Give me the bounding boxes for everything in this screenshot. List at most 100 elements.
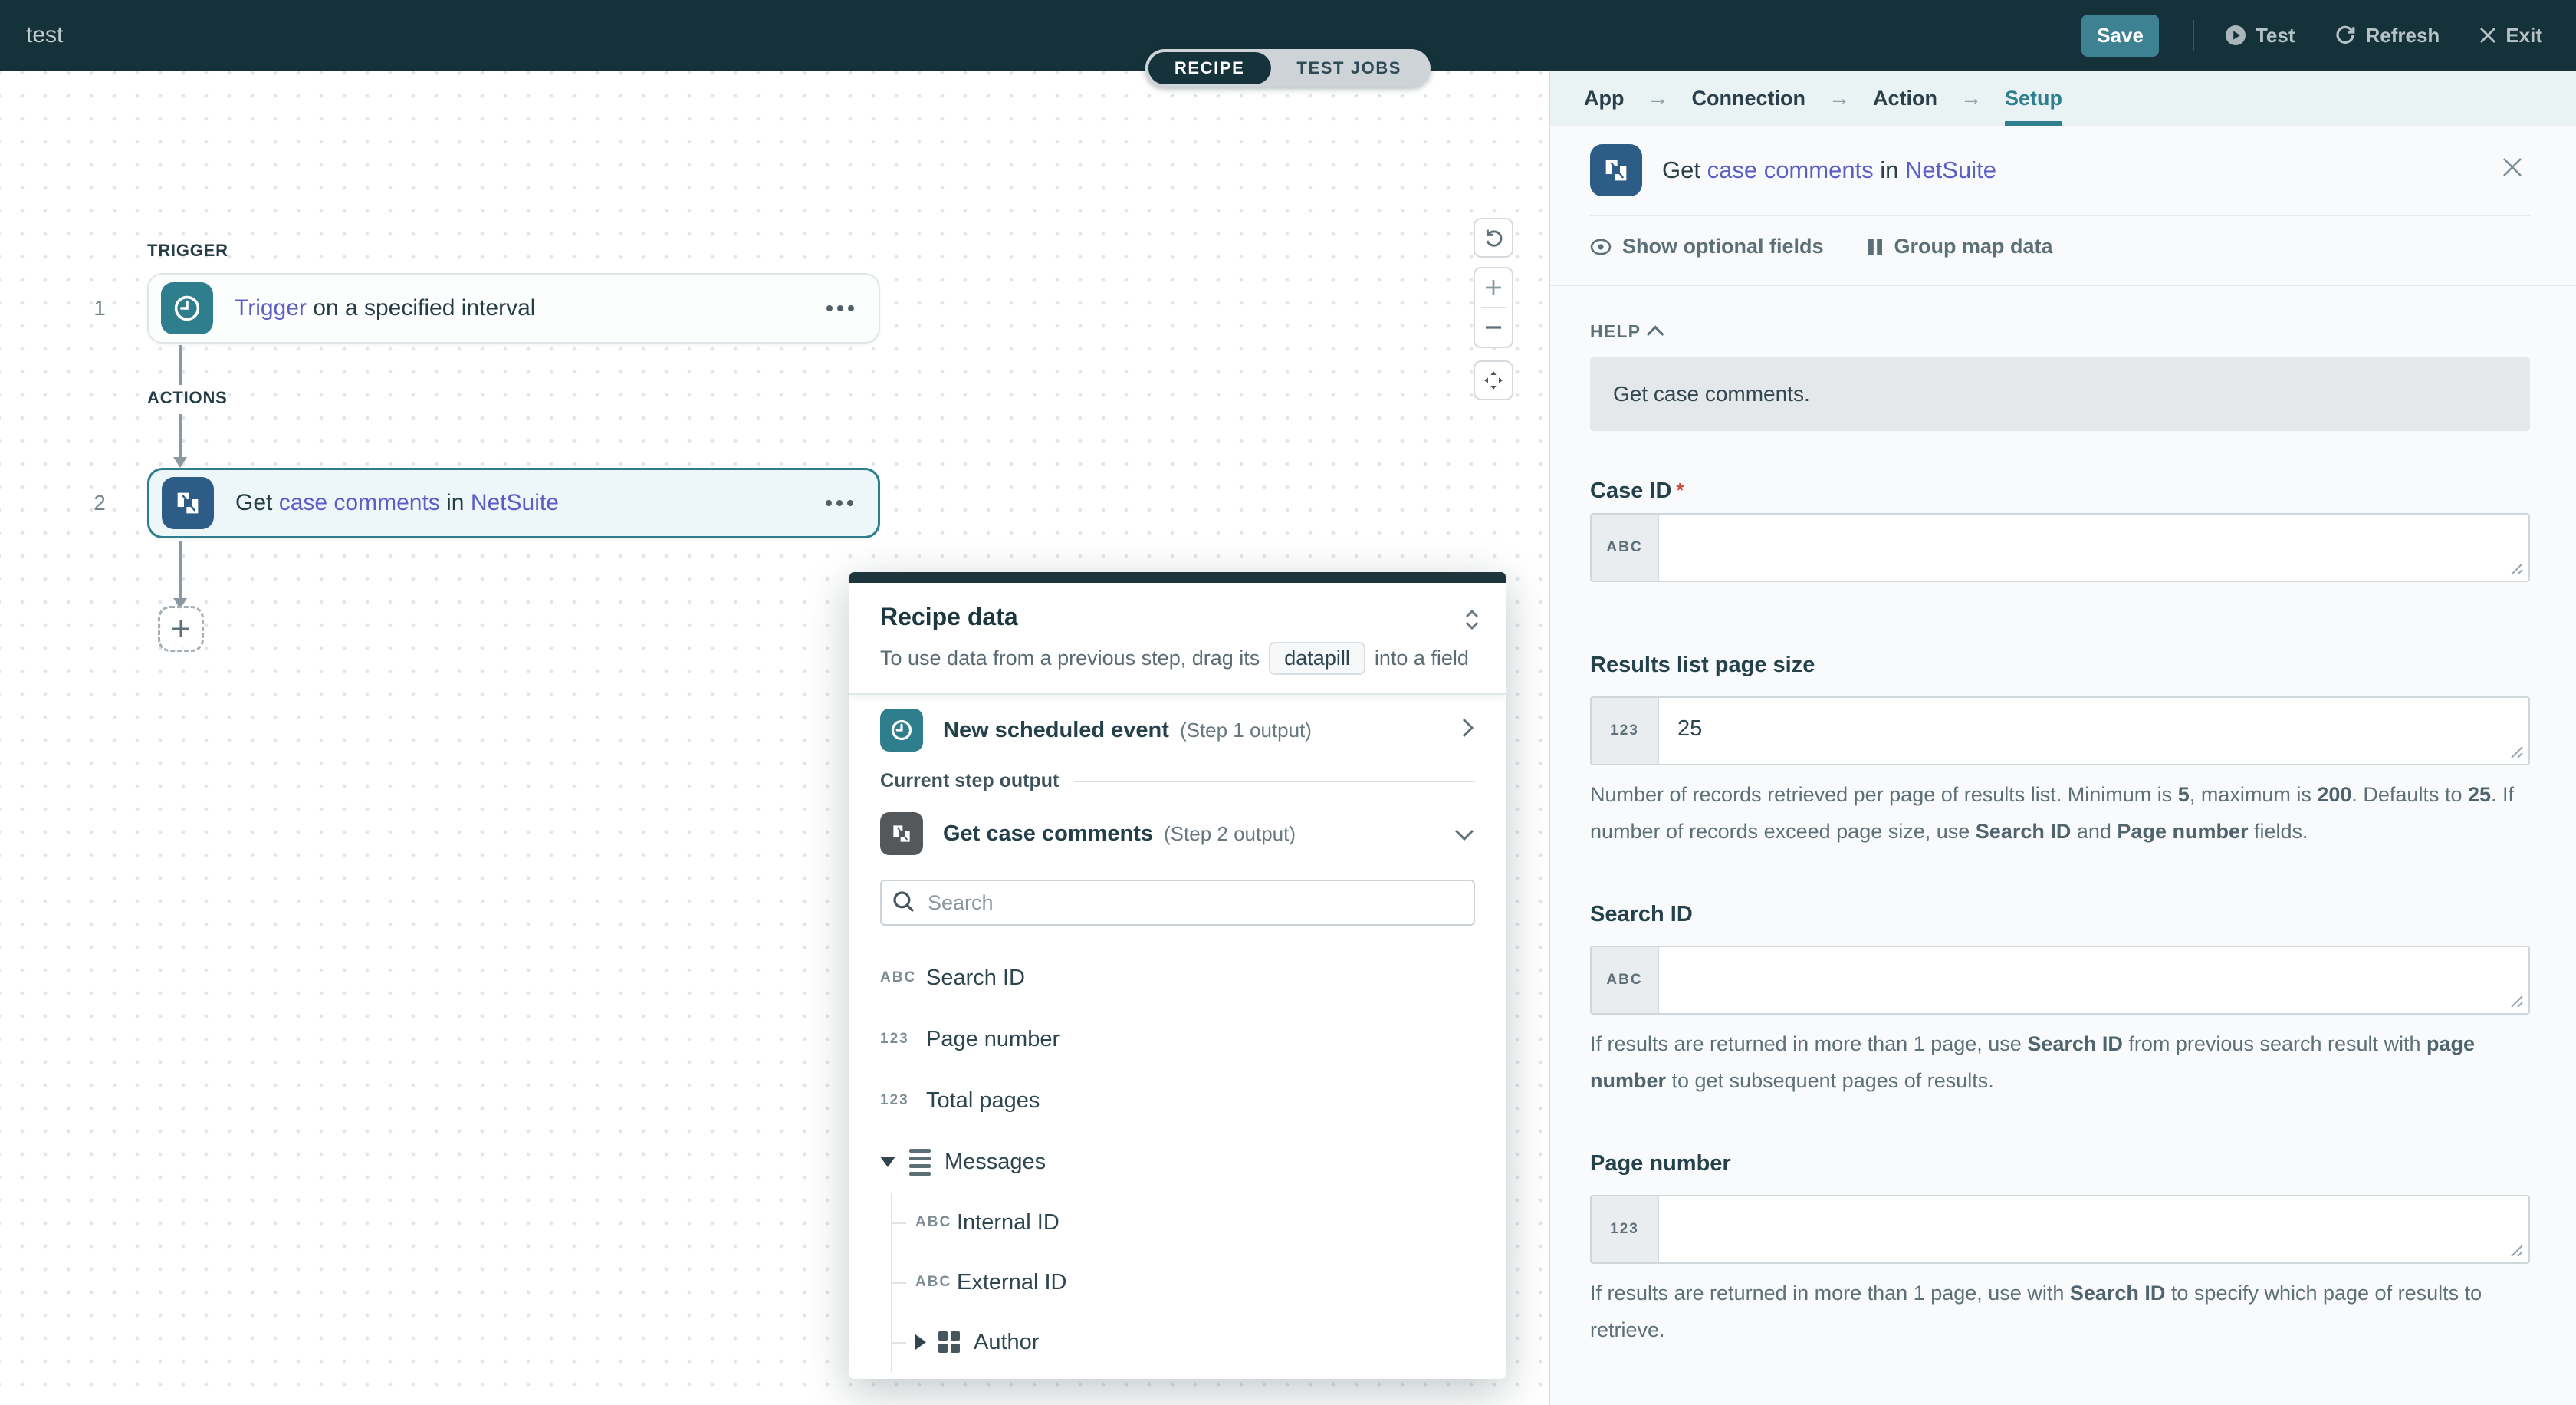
tab-recipe[interactable]: RECIPE	[1148, 52, 1271, 84]
save-button[interactable]: Save	[2082, 15, 2159, 57]
datapill-messages[interactable]: Messages	[880, 1131, 1475, 1193]
list-icon	[909, 1149, 931, 1176]
resize-handle-icon[interactable]	[2510, 745, 2524, 759]
connector-arrow	[179, 414, 182, 459]
top-bar-actions: Save Test Refresh Exit	[2082, 15, 2576, 57]
text-type-badge: ABC	[1592, 947, 1659, 1013]
group-map-data-button[interactable]: Group map data	[1867, 235, 2053, 258]
refresh-icon	[2334, 25, 2356, 46]
object-icon	[938, 1331, 960, 1353]
page-size-input-group: 123 25	[1590, 696, 2530, 765]
page-size-input[interactable]: 25	[1659, 698, 2528, 764]
add-step-button[interactable]	[158, 606, 204, 652]
zoom-in-button[interactable]	[1475, 268, 1512, 307]
connector-arrow	[179, 541, 182, 600]
datapill-author[interactable]: Author	[915, 1312, 1475, 1372]
step-2-output-row[interactable]: Get case comments (Step 2 output)	[880, 812, 1475, 855]
undo-icon	[1475, 219, 1512, 256]
close-icon	[2501, 156, 2524, 179]
search-id-field: Search ID ABC If results are returned in…	[1590, 902, 2530, 1099]
collapse-expand-icon[interactable]	[1463, 607, 1481, 638]
tab-test-jobs[interactable]: TEST JOBS	[1270, 52, 1428, 84]
breadcrumb-connection[interactable]: Connection	[1691, 71, 1806, 126]
required-asterisk: *	[1676, 479, 1684, 502]
datapill-total-pages[interactable]: 123 Total pages	[880, 1070, 1475, 1131]
page-number-help: If results are returned in more than 1 p…	[1590, 1275, 2530, 1348]
exit-button[interactable]: Exit	[2479, 24, 2542, 48]
recipe-data-body: New scheduled event (Step 1 output) Curr…	[849, 695, 1506, 1379]
show-optional-fields-button[interactable]: Show optional fields	[1590, 235, 1824, 258]
case-id-input[interactable]	[1659, 515, 2528, 581]
test-button[interactable]: Test	[2225, 24, 2295, 48]
datapill-sample[interactable]: datapill	[1269, 642, 1365, 675]
number-type-badge: 123	[1592, 1196, 1659, 1262]
play-icon	[2225, 25, 2246, 46]
datapill-list: ABC Search ID 123 Page number 123 Total …	[880, 947, 1475, 1372]
step-1-title: Trigger on a specified interval	[235, 295, 535, 321]
config-header: Get case comments in NetSuite	[1590, 126, 2530, 216]
datapill-search-id[interactable]: ABC Search ID	[880, 947, 1475, 1009]
plus-icon	[171, 619, 191, 639]
netsuite-icon	[880, 812, 923, 855]
step-2-action-card[interactable]: Get case comments in NetSuite	[147, 468, 880, 538]
config-content: Get case comments in NetSuite Show optio…	[1550, 126, 2576, 1348]
recipe-data-panel: Recipe data To use data from a previous …	[849, 572, 1506, 1379]
plus-icon	[1484, 278, 1503, 297]
breadcrumb-action[interactable]: Action	[1873, 71, 1937, 126]
recipe-data-title: Recipe data	[880, 603, 1478, 631]
step-2-number: 2	[81, 491, 118, 515]
page-number-field: Page number 123 If results are returned …	[1590, 1151, 2530, 1348]
chevron-up-icon	[1647, 325, 1664, 343]
close-panel-button[interactable]	[2495, 150, 2530, 191]
current-step-output-section: Current step output	[880, 770, 1475, 792]
datapill-search	[880, 880, 1475, 926]
case-id-label: Case ID*	[1590, 479, 2530, 504]
breadcrumb-app[interactable]: App	[1584, 71, 1624, 126]
search-input[interactable]	[880, 880, 1475, 926]
datapill-page-number[interactable]: 123 Page number	[880, 1009, 1475, 1070]
recipe-editor: test Save Test Refresh Exit RECIPE TEST …	[0, 0, 2576, 1405]
expand-triangle-icon[interactable]	[915, 1334, 926, 1350]
search-icon	[892, 890, 915, 913]
config-title: Get case comments in NetSuite	[1662, 156, 1996, 184]
zoom-out-button[interactable]	[1475, 308, 1512, 347]
step-1-output-row[interactable]: New scheduled event (Step 1 output)	[880, 709, 1475, 752]
page-number-input-group: 123	[1590, 1195, 2530, 1264]
case-id-input-group: ABC	[1590, 513, 2530, 582]
page-number-input[interactable]	[1659, 1196, 2528, 1262]
fit-view-button[interactable]	[1474, 360, 1513, 400]
breadcrumb-setup[interactable]: Setup	[2005, 71, 2062, 126]
page-size-help: Number of records retrieved per page of …	[1590, 776, 2530, 850]
trigger-section-label: TRIGGER	[147, 241, 228, 261]
datapill-internal-id[interactable]: ABC Internal ID	[915, 1193, 1475, 1252]
case-id-field: Case ID* ABC	[1590, 479, 2530, 582]
page-number-label: Page number	[1590, 1151, 2530, 1176]
resize-handle-icon[interactable]	[2510, 1244, 2524, 1258]
help-toggle[interactable]: HELP	[1590, 321, 2530, 342]
collapse-triangle-icon[interactable]	[880, 1157, 895, 1167]
clock-icon	[880, 709, 923, 752]
recipe-data-header: Recipe data To use data from a previous …	[849, 583, 1506, 695]
netsuite-icon	[162, 477, 214, 529]
arrow-right-icon: →	[1806, 71, 1873, 126]
section-divider	[1074, 781, 1475, 782]
close-icon	[2479, 27, 2496, 44]
step-config-panel: App → Connection → Action → Setup Get ca…	[1549, 71, 2576, 1405]
step-1-menu-button[interactable]	[823, 299, 857, 318]
clock-icon	[161, 282, 213, 334]
search-id-input[interactable]	[1659, 947, 2528, 1013]
messages-children: ABC Internal ID ABC External ID Author	[891, 1193, 1475, 1372]
chevron-right-icon	[1461, 716, 1475, 745]
step-1-trigger-card[interactable]: Trigger on a specified interval	[147, 273, 880, 344]
resize-handle-icon[interactable]	[2510, 995, 2524, 1009]
undo-button[interactable]	[1474, 218, 1513, 258]
refresh-button[interactable]: Refresh	[2334, 24, 2440, 48]
eye-icon	[1590, 239, 1612, 255]
step-2-menu-button[interactable]	[823, 494, 856, 512]
config-breadcrumb: App → Connection → Action → Setup	[1550, 71, 2576, 126]
datapill-external-id[interactable]: ABC External ID	[915, 1252, 1475, 1312]
number-type-badge: 123	[1592, 698, 1659, 764]
actions-section-label: ACTIONS	[147, 388, 228, 408]
netsuite-icon	[1590, 144, 1642, 196]
resize-handle-icon[interactable]	[2510, 562, 2524, 576]
